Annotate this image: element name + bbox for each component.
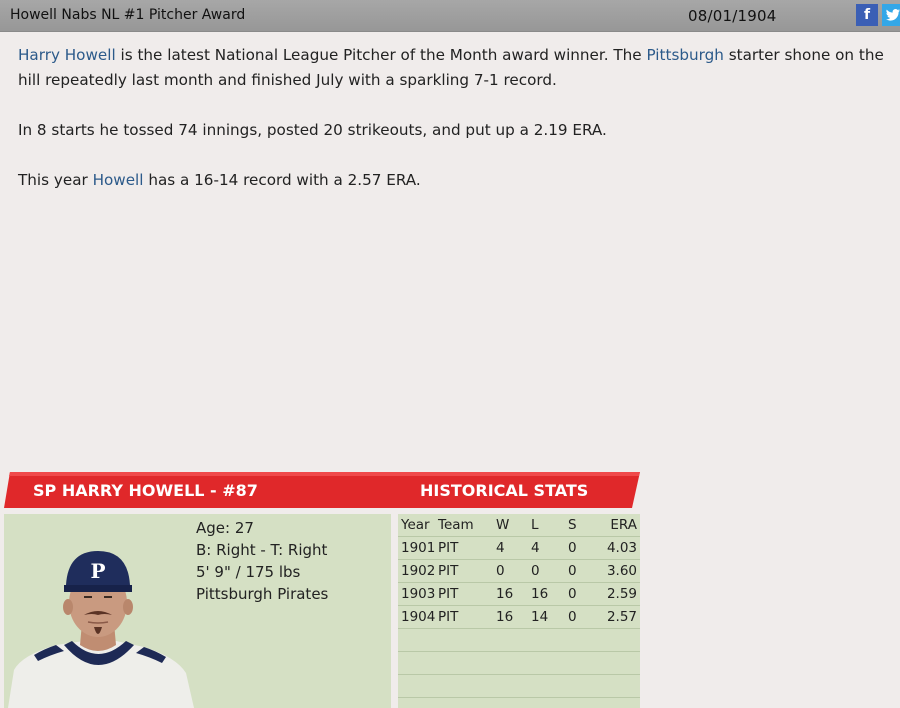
article-date: 08/01/1904 <box>688 7 777 25</box>
cell-saves: 0 <box>568 540 577 556</box>
table-row: 1901 PIT 4 4 0 4.03 <box>398 537 640 560</box>
cell-era: 2.59 <box>606 586 637 602</box>
column-header-era: ERA <box>610 517 637 533</box>
article-body: Harry Howell is the latest National Leag… <box>18 43 898 218</box>
player-team: Pittsburgh Pirates <box>196 585 329 603</box>
cell-year: 1902 <box>401 563 436 579</box>
article-paragraph: Harry Howell is the latest National Leag… <box>18 43 898 93</box>
player-bio: Age: 27 B: Right - T: Right 5' 9" / 175 … <box>196 517 328 605</box>
cap-logo: P <box>90 559 105 583</box>
cell-wins: 16 <box>496 586 514 602</box>
table-row-empty <box>398 652 640 675</box>
table-header-row: Year Team W L S ERA <box>398 514 640 537</box>
cell-era: 4.03 <box>606 540 637 556</box>
table-row-empty <box>398 675 640 698</box>
article-title: Howell Nabs NL #1 Pitcher Award <box>10 7 246 23</box>
column-header-saves: S <box>568 517 577 533</box>
cell-wins: 16 <box>496 609 514 625</box>
cell-losses: 4 <box>531 540 540 556</box>
player-link[interactable]: Howell <box>93 171 144 189</box>
player-age: Age: 27 <box>196 519 254 537</box>
cell-saves: 0 <box>568 586 577 602</box>
paragraph-text: This year <box>18 171 93 189</box>
column-header-losses: L <box>531 517 539 533</box>
facebook-icon[interactable]: f <box>856 4 878 26</box>
table-row: 1904 PIT 16 14 0 2.57 <box>398 606 640 629</box>
cell-team: PIT <box>438 563 459 579</box>
team-link[interactable]: Pittsburgh <box>646 46 723 64</box>
column-header-year: Year <box>401 517 430 533</box>
cell-era: 2.57 <box>606 609 637 625</box>
cell-wins: 4 <box>496 540 505 556</box>
cell-team: PIT <box>438 609 459 625</box>
historical-stats-heading: HISTORICAL STATS <box>420 481 589 500</box>
paragraph-text: is the latest National League Pitcher of… <box>115 46 647 64</box>
player-height-weight: 5' 9" / 175 lbs <box>196 563 301 581</box>
title-bar: Howell Nabs NL #1 Pitcher Award 08/01/19… <box>0 0 900 32</box>
cell-losses: 16 <box>531 586 549 602</box>
column-header-wins: W <box>496 517 510 533</box>
cell-losses: 14 <box>531 609 549 625</box>
cell-team: PIT <box>438 586 459 602</box>
table-row: 1902 PIT 0 0 0 3.60 <box>398 560 640 583</box>
cell-saves: 0 <box>568 609 577 625</box>
paragraph-text: has a 16-14 record with a 2.57 ERA. <box>143 171 421 189</box>
table-row-empty <box>398 629 640 652</box>
player-card-header: SP HARRY HOWELL - #87 HISTORICAL STATS <box>4 472 640 508</box>
column-header-team: Team <box>438 517 474 533</box>
article-paragraph: In 8 starts he tossed 74 innings, posted… <box>18 121 607 139</box>
twitter-icon[interactable] <box>882 4 900 26</box>
cell-era: 3.60 <box>606 563 637 579</box>
table-row: 1903 PIT 16 16 0 2.59 <box>398 583 640 606</box>
cell-year: 1903 <box>401 586 436 602</box>
cell-year: 1901 <box>401 540 436 556</box>
cell-losses: 0 <box>531 563 540 579</box>
cell-wins: 0 <box>496 563 505 579</box>
cell-year: 1904 <box>401 609 436 625</box>
historical-stats-table: Year Team W L S ERA 1901 PIT 4 4 0 4.03 … <box>398 514 640 708</box>
player-heading: SP HARRY HOWELL - #87 <box>33 481 258 500</box>
player-bats-throws: B: Right - T: Right <box>196 541 328 559</box>
player-link[interactable]: Harry Howell <box>18 46 116 64</box>
player-avatar: P <box>8 551 194 708</box>
cell-team: PIT <box>438 540 459 556</box>
article-paragraph: This year Howell has a 16-14 record with… <box>18 168 898 193</box>
cell-saves: 0 <box>568 563 577 579</box>
